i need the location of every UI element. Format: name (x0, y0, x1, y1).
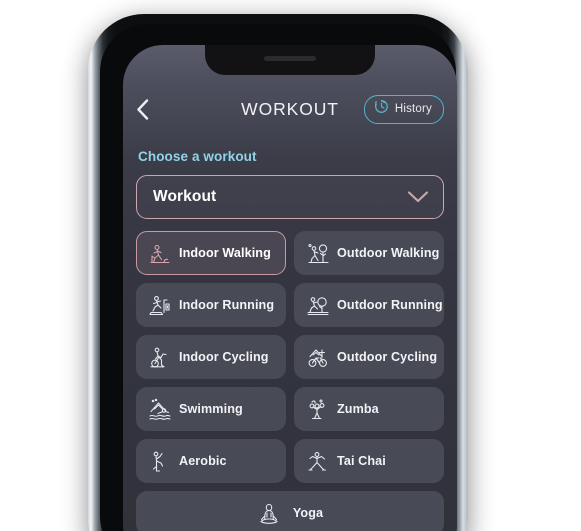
history-button-label: History (394, 103, 432, 115)
tai-chai-icon (304, 448, 330, 474)
indoor-walking-icon (146, 240, 172, 266)
workout-card-label: Indoor Walking (179, 246, 271, 260)
outdoor-cycling-icon (304, 344, 330, 370)
workout-card[interactable]: Indoor Running (136, 283, 286, 327)
workout-card[interactable]: Aerobic (136, 439, 286, 483)
workout-card[interactable]: Outdoor Running (294, 283, 444, 327)
workout-card-label: Swimming (179, 402, 243, 416)
workout-card-label: Tai Chai (337, 454, 386, 468)
workout-card-label: Zumba (337, 402, 379, 416)
workout-card-label: Yoga (292, 506, 324, 520)
phone-mockup: WORKOUT History Choose a workout Workout… (88, 14, 468, 531)
workout-card-label: Aerobic (179, 454, 227, 468)
workout-card-label: Indoor Cycling (179, 350, 269, 364)
workout-grid: Indoor Walking Outdoor Walking Indoor Ru… (136, 231, 444, 531)
zumba-icon (304, 396, 330, 422)
workout-card[interactable]: Outdoor Walking (294, 231, 444, 275)
workout-card[interactable]: Yoga (136, 491, 444, 531)
swimming-icon (146, 396, 172, 422)
workout-dropdown[interactable]: Workout (136, 175, 444, 219)
phone-bezel: WORKOUT History Choose a workout Workout… (100, 24, 457, 531)
app-header: WORKOUT History (136, 83, 444, 135)
workout-card[interactable]: Indoor Walking (136, 231, 286, 275)
history-button[interactable]: History (363, 94, 444, 124)
back-button[interactable] (136, 94, 162, 124)
workout-app: WORKOUT History Choose a workout Workout… (123, 45, 457, 531)
workout-card-label: Outdoor Running (337, 298, 443, 312)
workout-card-label: Outdoor Walking (337, 246, 440, 260)
page-canvas: WORKOUT History Choose a workout Workout… (0, 0, 581, 531)
indoor-cycling-icon (146, 344, 172, 370)
phone-notch (205, 45, 375, 75)
workout-card[interactable]: Tai Chai (294, 439, 444, 483)
indoor-running-icon (146, 292, 172, 318)
workout-card[interactable]: Outdoor Cycling (294, 335, 444, 379)
outdoor-walking-icon (304, 240, 330, 266)
phone-screen: WORKOUT History Choose a workout Workout… (123, 45, 457, 531)
outdoor-running-icon (304, 292, 330, 318)
workout-card-label: Indoor Running (179, 298, 275, 312)
workout-dropdown-value: Workout (153, 188, 217, 205)
clock-refresh-icon (373, 98, 390, 120)
workout-card-label: Outdoor Cycling (337, 350, 438, 364)
workout-card[interactable]: Indoor Cycling (136, 335, 286, 379)
earpiece-speaker (264, 56, 316, 61)
chevron-down-icon (407, 190, 429, 204)
yoga-icon (257, 500, 283, 526)
choose-workout-label: Choose a workout (138, 149, 257, 164)
chevron-left-icon (136, 98, 149, 120)
workout-card[interactable]: Swimming (136, 387, 286, 431)
aerobic-icon (146, 448, 172, 474)
workout-card[interactable]: Zumba (294, 387, 444, 431)
